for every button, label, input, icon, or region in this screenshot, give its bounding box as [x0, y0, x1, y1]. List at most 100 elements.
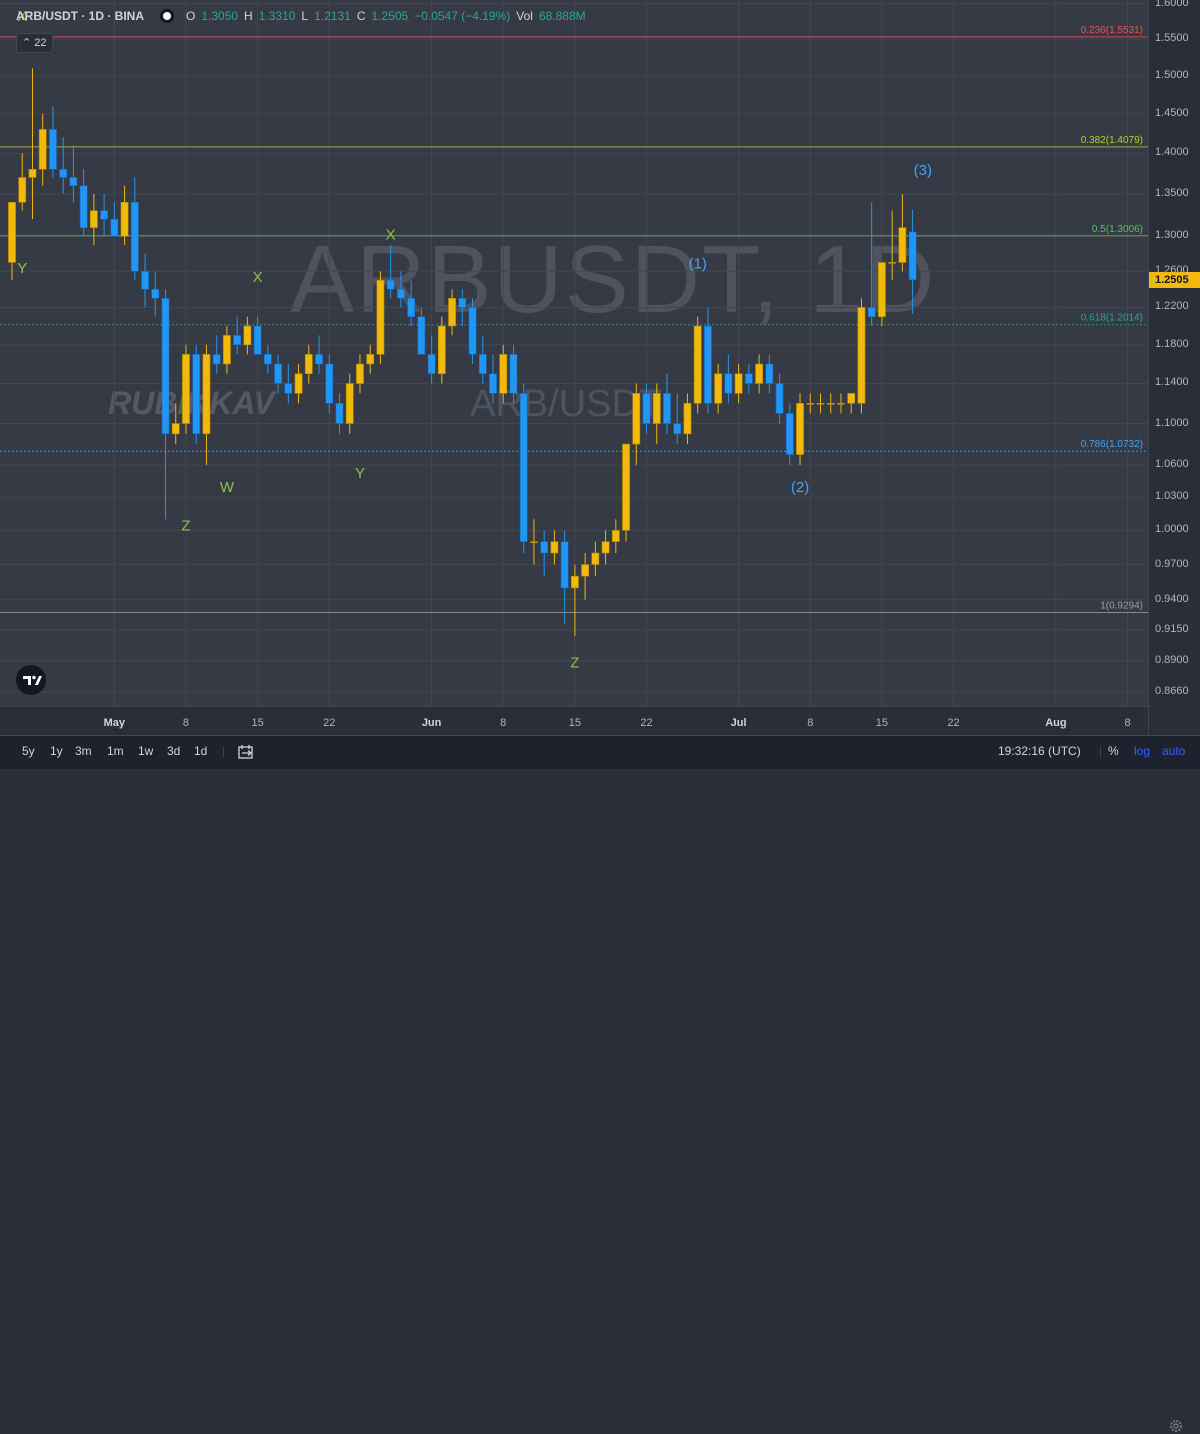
log-scale-toggle[interactable]: log	[1134, 744, 1150, 758]
symbol-title[interactable]: ARB/USDT · 1D · BINA	[16, 9, 144, 23]
wave-label: Y	[355, 465, 365, 482]
fib-label: 0.382(1.4079)	[1081, 135, 1143, 146]
range-3m-button[interactable]: 3m	[75, 744, 92, 758]
price-axis[interactable]: 1.6000 1.5500 1.5000 1.4500 1.4000 1.3500 1.30…	[1148, 0, 1200, 735]
time-tick-label: 15	[875, 717, 889, 729]
candle-body	[693, 325, 702, 404]
price-tick-label: 0.9700	[1155, 557, 1189, 570]
range-1d-button[interactable]: 1d	[194, 744, 207, 758]
utc-clock[interactable]: 19:32:16 (UTC)	[998, 744, 1081, 758]
candle-body	[18, 177, 27, 203]
candle-body	[714, 373, 723, 404]
candle-body	[519, 393, 528, 542]
candle-body	[335, 403, 344, 424]
candle-body	[386, 279, 395, 290]
candle-body	[427, 354, 436, 375]
candle-body	[857, 307, 866, 404]
candle-body	[898, 227, 907, 263]
volume-label: Vol	[516, 9, 533, 23]
price-tick-label: 1.3000	[1155, 229, 1189, 242]
candle-body	[437, 325, 446, 375]
candle-body	[622, 443, 630, 531]
wave-label: Z	[570, 654, 579, 671]
candle-body	[8, 201, 16, 263]
range-1w-button[interactable]: 1w	[138, 744, 153, 758]
range-5y-button[interactable]: 5y	[22, 744, 35, 758]
candle-body	[253, 325, 262, 355]
price-tick-label: 0.9150	[1155, 622, 1189, 635]
candle-body	[560, 541, 569, 589]
wave-label: (1)	[689, 256, 707, 273]
range-1y-button[interactable]: 1y	[50, 744, 63, 758]
candle-body	[806, 403, 815, 405]
candle-body	[284, 383, 293, 394]
candle-body	[734, 373, 743, 394]
price-tick-label: 1.4000	[1155, 146, 1189, 159]
indicators-toggle-button[interactable]: ⌃ 22	[16, 33, 53, 53]
fib-label: 0.618(1.2014)	[1081, 313, 1143, 324]
candle-body	[796, 403, 804, 455]
time-tick-label: 8	[182, 717, 190, 729]
bottom-toolbar: 5y 1y 3m 1m 1w 3d 1d | 19:32:16 (UTC) | …	[0, 735, 1200, 769]
time-tick-label: 8	[807, 717, 814, 729]
time-tick-label: 15	[251, 717, 264, 729]
candle-body	[724, 373, 733, 394]
candle-body	[38, 129, 47, 170]
wave-label: X	[253, 269, 263, 286]
date-range-icon[interactable]	[238, 744, 255, 760]
price-tick-label: 1.5500	[1155, 32, 1189, 45]
candle-body	[591, 552, 600, 565]
current-price-tag: 1.2505	[1149, 271, 1200, 288]
price-tick-label: 0.8660	[1155, 684, 1189, 697]
candle-body	[826, 403, 835, 405]
candle-body	[540, 541, 549, 554]
tradingview-logo-icon[interactable]	[16, 665, 46, 695]
candle-body	[263, 354, 272, 365]
wave-label: (3)	[914, 162, 932, 179]
price-chart[interactable]: 0.236(1.5531) 0.382(1.4079) 0.5(1.3006) 0.6…	[0, 0, 1148, 706]
high-label: H	[244, 9, 253, 23]
candle-body	[530, 541, 538, 543]
candle-body	[274, 363, 282, 384]
candle-body	[499, 354, 508, 394]
price-tick-label: 1.3500	[1155, 186, 1189, 199]
candle-body	[867, 307, 876, 317]
candle-body	[878, 262, 886, 317]
candle-body	[294, 373, 303, 394]
fib-label: 0.786(1.0732)	[1081, 439, 1143, 450]
chart-area[interactable]: ARBUSDT, 1D RUBIKKAV ARB/USDT 0.236(1.55…	[0, 0, 1148, 735]
candle-body	[120, 201, 129, 237]
wave-label: X	[386, 227, 396, 244]
time-tick-label: 22	[640, 717, 653, 729]
price-tick-label: 1.0000	[1155, 523, 1189, 536]
time-tick-label: 8	[1124, 717, 1131, 729]
range-3d-button[interactable]: 3d	[167, 744, 180, 758]
candle-body	[376, 279, 385, 355]
candle-body	[161, 298, 170, 435]
candle-body	[509, 354, 518, 394]
candle-body	[663, 393, 671, 424]
candle-body	[202, 354, 211, 435]
candle-body	[458, 298, 467, 308]
close-label: C	[356, 9, 366, 23]
open-label: O	[186, 9, 196, 23]
time-axis[interactable]: May 8 15 22 Jun 8 15 22 Jul 8 15 22 Aug 8	[0, 706, 1182, 1432]
percent-toggle[interactable]: %	[1108, 744, 1119, 758]
candle-body	[448, 298, 456, 327]
settings-gear-icon[interactable]	[1168, 1418, 1184, 1434]
candle-body	[233, 335, 242, 346]
candle-body	[28, 169, 37, 178]
candle-body	[652, 393, 661, 424]
low-value: 1.2131	[314, 9, 351, 23]
candle-body	[366, 354, 375, 365]
auto-scale-toggle[interactable]: auto	[1162, 744, 1185, 758]
open-value: 1.3050	[201, 9, 239, 23]
time-tick-label: May	[103, 717, 126, 729]
close-value: 1.2505	[371, 9, 409, 23]
range-1m-button[interactable]: 1m	[107, 744, 124, 758]
price-tick-label: 0.8900	[1155, 654, 1189, 667]
candle-body	[100, 210, 108, 220]
price-tick-label: 1.0600	[1155, 458, 1189, 471]
low-label: L	[301, 9, 309, 23]
candle-body	[888, 262, 897, 264]
